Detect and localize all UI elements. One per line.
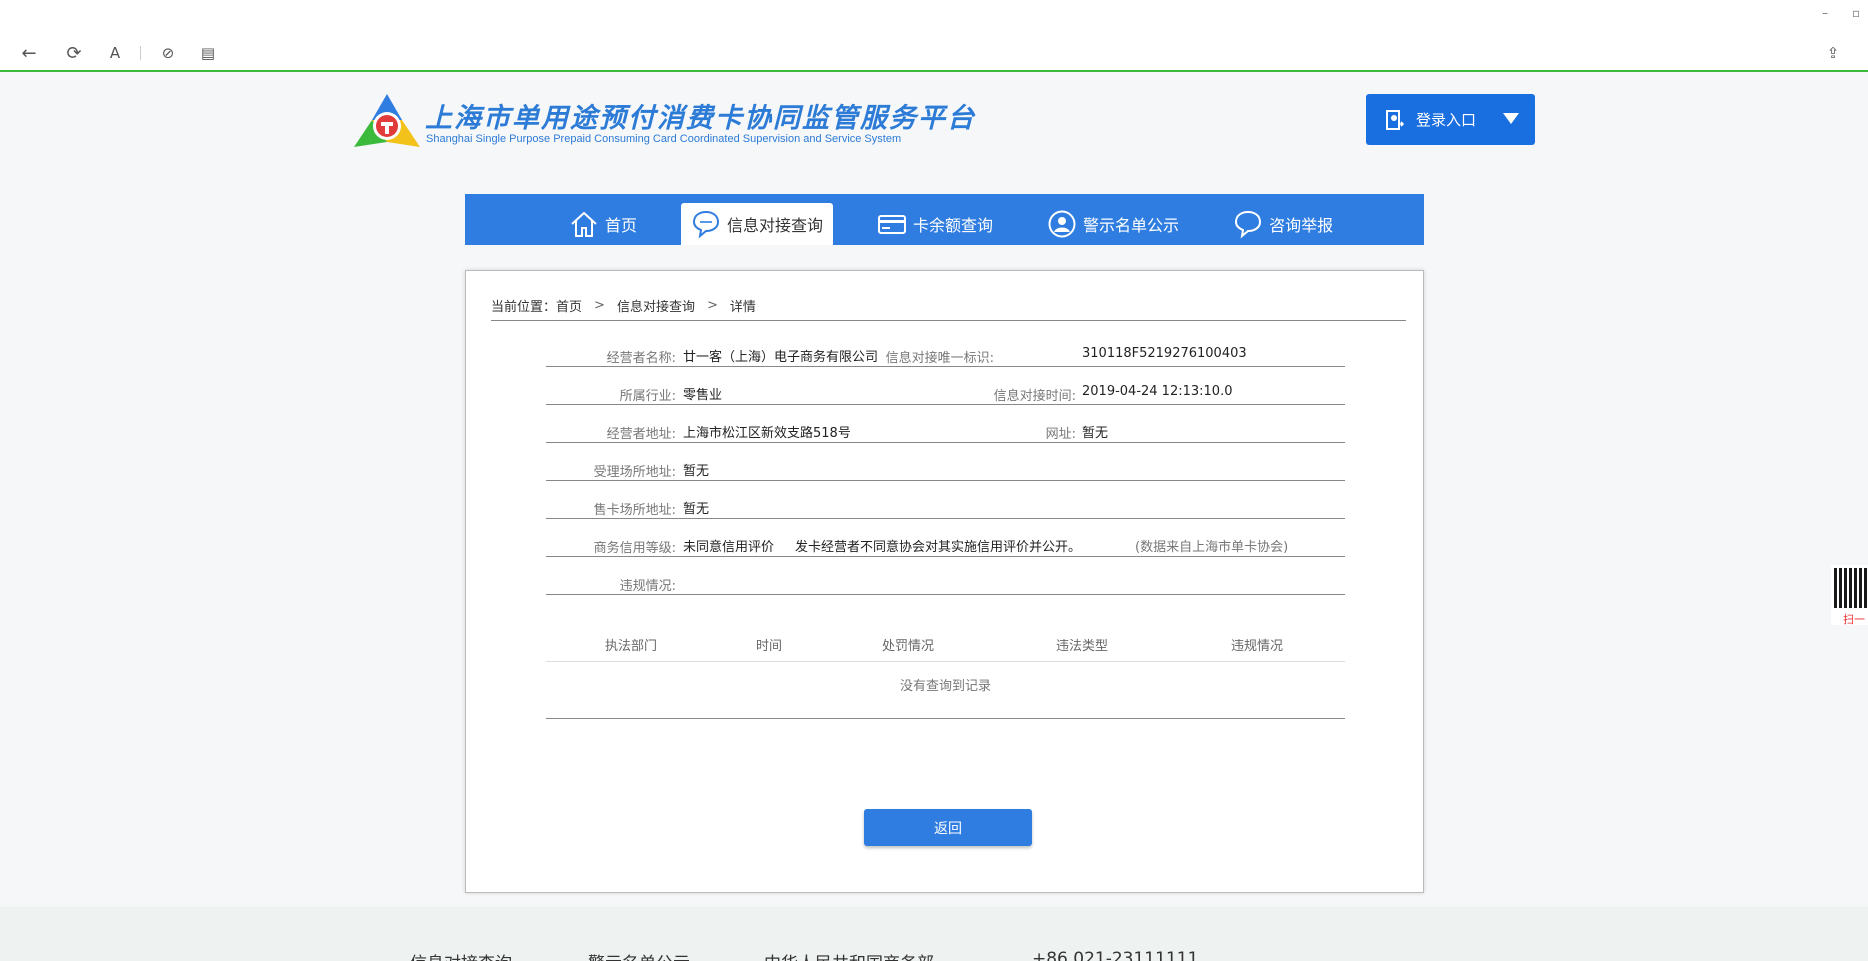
- detail-row-operator: 经营者名称: 廿一客（上海）电子商务有限公司 信息对接唯一标识: 310118F…: [546, 329, 1345, 367]
- site-logo: [354, 94, 420, 147]
- time-value: 2019-04-24 12:13:10.0: [1082, 384, 1233, 399]
- nav-item-consult[interactable]: 咨询举报: [1223, 203, 1343, 245]
- breadcrumb-prefix: 当前位置：: [491, 300, 557, 315]
- main-nav: 首页 信息对接查询 卡余额查询 警示名单公示 咨询举报: [465, 194, 1424, 245]
- footer: 信息对接查询 警示名单公示 中华人民共和国商务部 +86 021-2311111…: [0, 907, 1868, 961]
- qr-code-icon: [1834, 568, 1868, 608]
- detail-panel: 当前位置： 首页 > 信息对接查询 > 详情 经营者名称: 廿一客（上海）电子商…: [465, 270, 1424, 893]
- time-label: 信息对接时间:: [993, 389, 1076, 404]
- user-warning-icon: [1048, 210, 1076, 238]
- column-header: 违法类型: [1056, 639, 1109, 654]
- industry-value: 零售业: [683, 388, 723, 403]
- nav-label: 警示名单公示: [1083, 216, 1180, 235]
- column-header: 执法部门: [605, 639, 658, 654]
- site-title: 上海市单用途预付消费卡协同监管服务平台: [425, 103, 976, 134]
- violation-label: 违规情况:: [619, 579, 676, 594]
- address-value: 上海市松江区新效支路518号: [683, 426, 851, 441]
- qr-caption: 扫一: [1843, 613, 1865, 625]
- breadcrumb-section[interactable]: 信息对接查询: [617, 296, 695, 315]
- nav-label: 信息对接查询: [727, 216, 824, 235]
- breadcrumb-home[interactable]: 首页: [556, 296, 582, 315]
- nav-item-card-balance[interactable]: 卡余额查询: [867, 203, 1003, 245]
- login-icon: [1386, 109, 1404, 130]
- accept-address-label: 受理场所地址:: [593, 465, 676, 480]
- site-subtitle: Shanghai Single Purpose Prepaid Consumin…: [426, 133, 902, 145]
- font-size-icon[interactable]: A: [102, 40, 128, 66]
- chevron-down-icon[interactable]: [1503, 113, 1519, 124]
- login-label: 登录入口: [1416, 111, 1477, 129]
- footer-link[interactable]: 警示名单公示: [588, 949, 690, 961]
- address-label: 经营者地址:: [606, 427, 676, 442]
- detail-row-industry: 所属行业: 零售业 信息对接时间: 2019-04-24 12:13:10.0: [546, 367, 1345, 405]
- restore-icon[interactable]: ▫: [1852, 6, 1860, 20]
- credit-value: 未同意信用评价: [683, 540, 775, 555]
- nav-item-warning-list[interactable]: 警示名单公示: [1037, 203, 1189, 245]
- footer-phone: +86 021-23111111: [1032, 949, 1199, 961]
- share-icon[interactable]: ⇪: [1820, 40, 1846, 66]
- chat-icon: [693, 210, 720, 239]
- nav-label: 卡余额查询: [913, 216, 994, 235]
- detail-row-credit: 商务信用等级: 未同意信用评价 发卡经营者不同意协会对其实施信用评价并公开。 (…: [546, 519, 1345, 557]
- website-label: 网址:: [1045, 427, 1076, 442]
- operator-name-value: 廿一客（上海）电子商务有限公司: [683, 350, 879, 365]
- consult-icon: [1235, 210, 1262, 239]
- toolbar-divider: [140, 46, 141, 60]
- login-button[interactable]: 登录入口: [1366, 94, 1535, 145]
- nav-item-home[interactable]: 首页: [559, 203, 647, 245]
- detail-row-address: 经营者地址: 上海市松江区新效支路518号 网址: 暂无: [546, 405, 1345, 443]
- nav-label: 咨询举报: [1269, 216, 1334, 235]
- violation-table-header: 执法部门 时间 处罚情况 违法类型 违规情况: [546, 626, 1345, 662]
- link-icon[interactable]: ⊘: [155, 40, 181, 66]
- violation-empty-state: 没有查询到记录: [546, 663, 1345, 719]
- footer-link[interactable]: 信息对接查询: [410, 949, 512, 961]
- chevron-right-icon: >: [706, 298, 718, 313]
- column-header: 处罚情况: [882, 639, 935, 654]
- breadcrumb-current: 详情: [729, 300, 756, 315]
- detail-row-violation: 违规情况:: [546, 557, 1345, 595]
- back-button[interactable]: 返回: [864, 809, 1032, 846]
- detail-row-sale-address: 售卡场所地址: 暂无: [546, 481, 1345, 519]
- website-value: 暂无: [1082, 426, 1109, 441]
- sale-address-label: 售卡场所地址:: [593, 503, 676, 518]
- credit-description: 发卡经营者不同意协会对其实施信用评价并公开。: [795, 540, 1082, 555]
- footer-link[interactable]: 中华人民共和国商务部: [764, 949, 934, 961]
- qr-code-widget[interactable]: 扫一: [1831, 565, 1868, 625]
- minimize-icon[interactable]: –: [1822, 6, 1828, 20]
- industry-label: 所属行业:: [619, 389, 676, 404]
- nav-item-info-query[interactable]: 信息对接查询: [681, 203, 834, 245]
- sale-address-value: 暂无: [683, 502, 710, 517]
- home-icon: [571, 211, 597, 237]
- reload-icon[interactable]: ⟳: [61, 40, 87, 66]
- credit-label: 商务信用等级:: [593, 541, 676, 556]
- panel-icon[interactable]: ▤: [195, 40, 221, 66]
- uid-value: 310118F5219276100403: [1082, 346, 1247, 361]
- nav-label: 首页: [605, 216, 638, 235]
- detail-row-accept-address: 受理场所地址: 暂无: [546, 443, 1345, 481]
- card-icon: [878, 215, 907, 234]
- back-icon[interactable]: ←: [16, 40, 42, 66]
- chevron-right-icon: >: [594, 298, 605, 313]
- column-header: 违规情况: [1231, 639, 1284, 654]
- credit-source: (数据来自上海市单卡协会): [1135, 540, 1289, 555]
- accept-address-value: 暂无: [683, 464, 710, 479]
- column-header: 时间: [756, 639, 783, 654]
- breadcrumb: 当前位置： 首页 > 信息对接查询 > 详情: [491, 291, 1406, 321]
- operator-name-label: 经营者名称:: [606, 351, 676, 366]
- browser-toolbar: – ▫ ← ⟳ A ⊘ ▤ ⇪: [0, 0, 1868, 72]
- uid-label: 信息对接唯一标识:: [885, 351, 994, 366]
